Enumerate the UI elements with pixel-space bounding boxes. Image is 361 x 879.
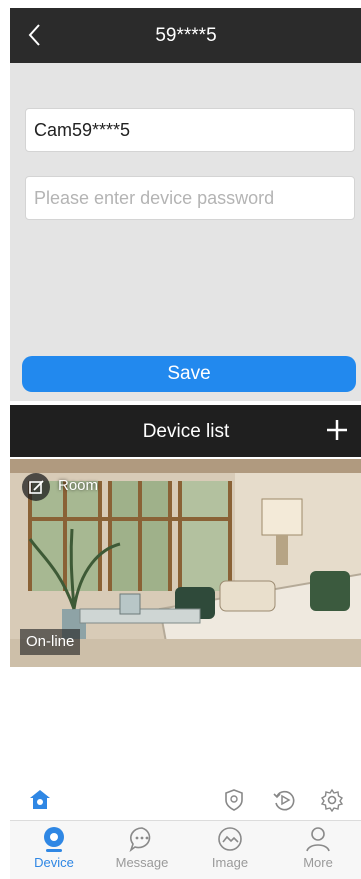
arm-shield-button[interactable] [222,788,246,812]
device-list-header: Device list [10,405,361,457]
edit-icon [29,480,44,494]
tab-more-label: More [303,855,333,870]
top-nav-bar: 59****5 [10,8,361,63]
device-name-label: Room [58,477,99,494]
device-edit-screen: 59****5 Cam59****5 Please enter device p… [10,8,361,401]
edit-device-button[interactable] [22,473,50,501]
message-icon [129,827,151,853]
device-icon [44,827,64,852]
shield-icon [225,789,243,811]
bottom-tab-bar: Device Message Image More [10,820,361,879]
tab-device[interactable]: Device [10,825,98,877]
status-badge: On-line [20,629,81,655]
gear-icon [320,788,344,813]
page-title: 59****5 [155,25,217,46]
tab-more[interactable]: More [274,825,361,877]
tab-device-label: Device [34,855,74,870]
home-shield-icon [30,790,50,809]
person-icon [306,827,330,852]
image-icon [218,827,242,851]
tab-message-label: Message [115,855,169,870]
tab-image-label: Image [211,855,249,870]
tab-image[interactable]: Image [186,825,274,877]
device-card[interactable]: Room On-line [10,459,361,667]
add-device-button[interactable] [324,417,350,443]
settings-button[interactable] [320,788,344,813]
device-name-field[interactable]: Cam59****5 [25,108,355,152]
quick-action-row [10,785,361,815]
device-list-title: Device list [142,421,230,442]
device-password-field[interactable]: Please enter device password [25,176,355,220]
playback-icon [273,790,295,811]
playback-button[interactable] [272,788,296,812]
save-button[interactable]: Save [22,356,356,392]
plus-icon [327,420,347,440]
device-list-screen: Device list Room On-line Device Message … [10,405,361,879]
home-shield-button[interactable] [28,788,52,812]
tab-message[interactable]: Message [98,825,186,877]
